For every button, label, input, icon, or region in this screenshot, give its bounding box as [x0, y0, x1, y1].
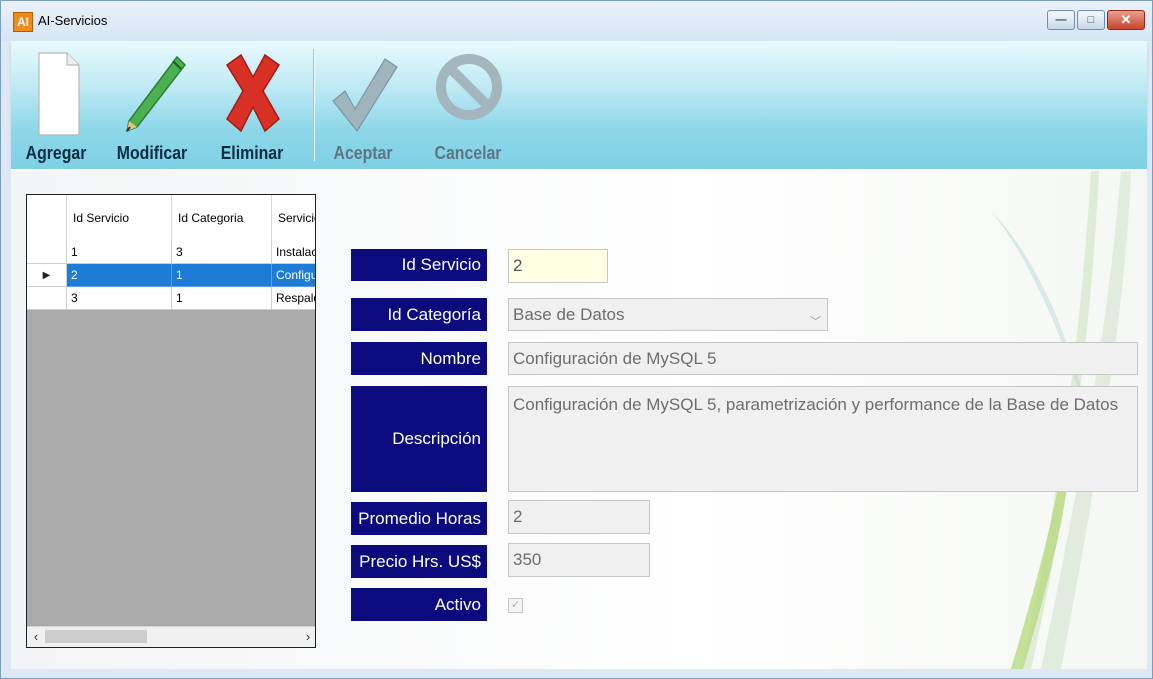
label-nombre: Nombre: [351, 342, 487, 375]
cell-id-servicio[interactable]: 2: [67, 264, 172, 287]
minimize-button[interactable]: —: [1047, 10, 1075, 30]
cancel-icon: [436, 54, 502, 120]
table-row-selected[interactable]: ▶ 2 1 Configuración: [27, 264, 315, 287]
cell-servicio[interactable]: Instalación: [272, 241, 315, 264]
services-grid[interactable]: Id Servicio Id Categoria Servicio 1 3 In…: [26, 194, 316, 648]
cell-servicio[interactable]: Configuración: [272, 264, 315, 287]
red-x-icon: [225, 53, 281, 133]
label-promedio-horas: Promedio Horas: [351, 502, 487, 535]
content-area: Id Servicio Id Categoria Servicio 1 3 In…: [11, 171, 1147, 669]
promedio-horas-field[interactable]: 2: [508, 500, 650, 534]
cell-id-servicio[interactable]: 1: [67, 241, 172, 264]
row-indicator-icon: ▶: [42, 270, 51, 281]
column-header-id-servicio[interactable]: Id Servicio: [67, 195, 172, 241]
toolbar: Agregar Modificar Eliminar Aceptar Cance…: [11, 41, 1147, 171]
label-activo: Activo: [351, 588, 487, 621]
cancelar-button[interactable]: Cancelar: [423, 43, 513, 167]
window-title: AI-Servicios: [38, 13, 108, 28]
row-header[interactable]: ▶: [27, 264, 67, 287]
check-icon: ✓: [510, 599, 521, 611]
pencil-icon: [125, 55, 186, 133]
agregar-label: Agregar: [25, 143, 87, 163]
cell-servicio[interactable]: Respaldo: [272, 287, 315, 310]
app-icon: AI: [13, 12, 33, 32]
label-id-servicio: Id Servicio: [351, 249, 487, 281]
agregar-button[interactable]: Agregar: [15, 43, 97, 167]
label-descripcion: Descripción: [351, 386, 487, 492]
scroll-thumb[interactable]: [45, 630, 147, 643]
id-servicio-field[interactable]: 2: [508, 249, 608, 283]
cell-id-categoria[interactable]: 1: [172, 264, 272, 287]
descripcion-field[interactable]: Configuración de MySQL 5, parametrizació…: [508, 386, 1138, 492]
row-header[interactable]: [27, 287, 67, 310]
nombre-field[interactable]: Configuración de MySQL 5: [508, 342, 1138, 375]
column-header-id-categoria[interactable]: Id Categoria: [172, 195, 272, 241]
eliminar-label: Eliminar: [220, 143, 284, 163]
cell-id-categoria[interactable]: 3: [172, 241, 272, 264]
close-button[interactable]: ✕: [1107, 10, 1145, 30]
aceptar-button[interactable]: Aceptar: [323, 43, 403, 167]
maximize-icon: □: [1087, 14, 1095, 26]
activo-checkbox[interactable]: ✓: [508, 598, 523, 613]
eliminar-button[interactable]: Eliminar: [207, 43, 297, 167]
aceptar-label: Aceptar: [333, 143, 393, 163]
maximize-button[interactable]: □: [1077, 10, 1105, 30]
precio-field[interactable]: 350: [508, 543, 650, 577]
modificar-label: Modificar: [116, 143, 188, 163]
close-icon: ✕: [1120, 12, 1132, 27]
cell-id-servicio[interactable]: 3: [67, 287, 172, 310]
cancelar-label: Cancelar: [434, 143, 502, 163]
table-row[interactable]: 3 1 Respaldo: [27, 287, 315, 310]
cell-id-categoria[interactable]: 1: [172, 287, 272, 310]
label-id-categoria: Id Categoría: [351, 298, 487, 331]
toolbar-separator: [313, 49, 315, 161]
title-bar[interactable]: AI AI-Servicios — □ ✕: [1, 1, 1152, 41]
grid-corner[interactable]: [27, 195, 67, 241]
scroll-right-icon[interactable]: ›: [299, 627, 315, 647]
checkmark-icon: [332, 58, 398, 133]
id-categoria-value: Base de Datos: [513, 305, 625, 324]
column-header-servicio[interactable]: Servicio: [272, 195, 315, 241]
row-header[interactable]: [27, 241, 67, 264]
minimize-icon: —: [1055, 14, 1067, 26]
id-categoria-select[interactable]: Base de Datos ﹀: [508, 298, 828, 331]
scroll-left-icon[interactable]: ‹: [27, 627, 45, 647]
grid-header: Id Servicio Id Categoria Servicio: [27, 195, 315, 242]
modificar-button[interactable]: Modificar: [107, 43, 197, 167]
chevron-down-icon[interactable]: ﹀: [810, 307, 821, 338]
app-window: AI AI-Servicios — □ ✕ Agregar Modificar: [0, 0, 1153, 679]
horizontal-scrollbar[interactable]: ‹ ›: [27, 626, 315, 647]
new-document-icon: [38, 52, 80, 136]
table-row[interactable]: 1 3 Instalación: [27, 241, 315, 264]
label-precio: Precio Hrs. US$: [351, 545, 487, 578]
